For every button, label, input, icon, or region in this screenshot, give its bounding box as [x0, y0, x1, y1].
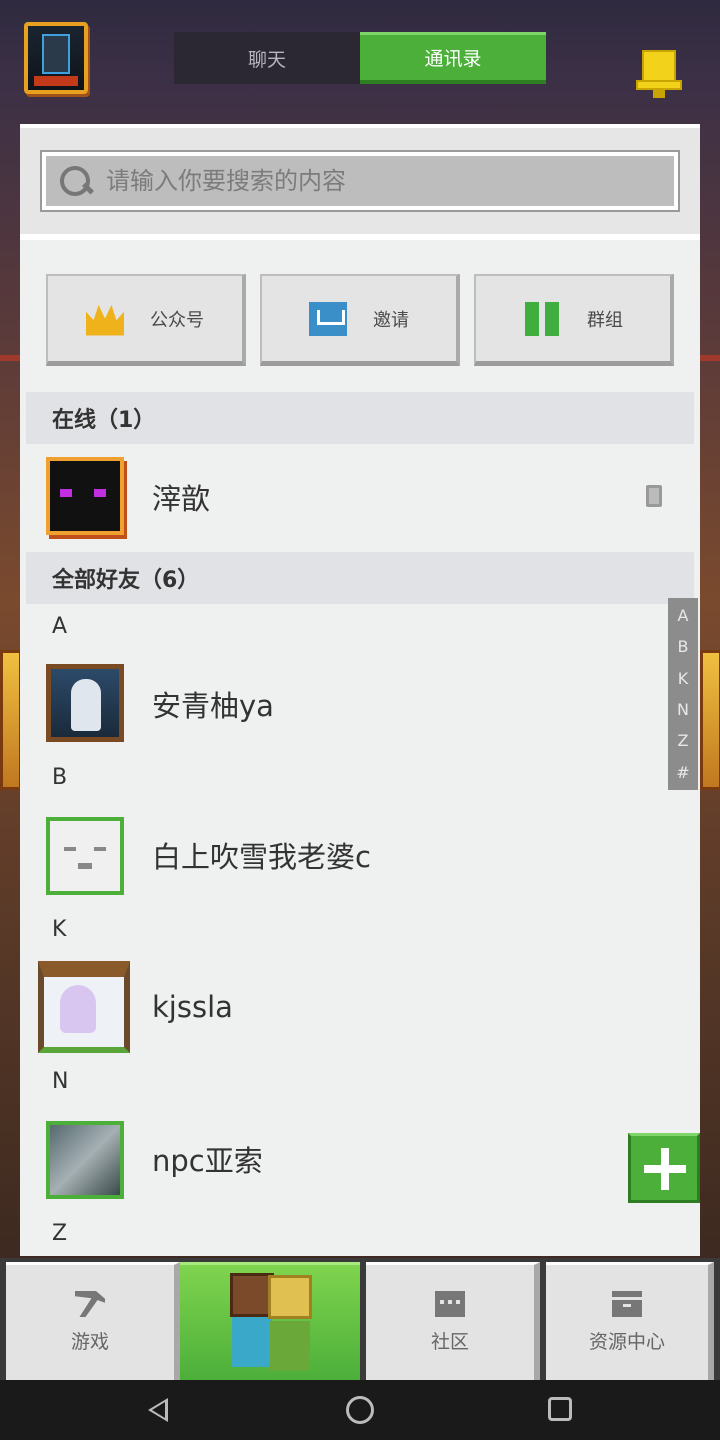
box-icon [612, 1291, 642, 1317]
friend-row[interactable]: 安青柚ya [26, 654, 694, 754]
tab-contacts[interactable]: 通讯录 [360, 32, 546, 84]
nav-resources[interactable]: 资源中心 [546, 1262, 714, 1380]
avatar-tag [34, 76, 78, 86]
avatar-portrait [71, 679, 101, 731]
avatar [46, 664, 124, 742]
nav-game[interactable]: 游戏 [6, 1262, 180, 1380]
friend-row[interactable]: npc亚索 [26, 1109, 694, 1209]
letter-header-z: Z [52, 1221, 68, 1246]
avatar-portrait [60, 985, 96, 1033]
nav-community[interactable]: 社区 [366, 1262, 540, 1380]
action-buttons: 公众号 邀请 群组 [46, 274, 674, 366]
all-friends-section-header: 全部好友（6） [26, 552, 694, 604]
nav-community-label: 社区 [430, 1331, 469, 1353]
official-accounts-label: 公众号 [150, 309, 204, 331]
tab-switcher: 聊天 通讯录 [174, 32, 546, 84]
tab-chat[interactable]: 聊天 [174, 32, 360, 84]
add-friend-button[interactable] [628, 1133, 700, 1203]
alphabet-index-bar[interactable]: A B K N Z # [668, 598, 698, 790]
invite-button[interactable]: 邀请 [260, 274, 460, 366]
letter-header-k: K [52, 917, 67, 942]
group-icon [523, 301, 561, 336]
search-inner [46, 156, 674, 206]
phone-icon [646, 485, 662, 507]
system-navigation-bar [0, 1380, 720, 1440]
character-body [270, 1321, 310, 1371]
nav-game-label: 游戏 [70, 1331, 109, 1353]
avatar [38, 961, 130, 1053]
invite-label: 邀请 [373, 309, 409, 331]
friend-row[interactable]: kjssla [26, 957, 694, 1057]
pickaxe-icon [75, 1291, 105, 1317]
index-letter[interactable]: Z [678, 731, 689, 750]
character-body [232, 1317, 272, 1367]
friend-name: 安青柚ya [152, 689, 274, 723]
nav-resources-label: 资源中心 [588, 1331, 665, 1353]
friend-name: kjssla [152, 990, 233, 1024]
index-letter[interactable]: K [678, 669, 689, 688]
avatar [46, 457, 124, 535]
letter-header-a: A [52, 614, 68, 639]
mail-icon [309, 301, 347, 336]
official-accounts-button[interactable]: 公众号 [46, 274, 246, 366]
bell-clapper [653, 90, 665, 98]
index-letter[interactable]: A [678, 606, 689, 625]
avatar [46, 817, 124, 895]
bell-body [642, 50, 676, 84]
online-section-header: 在线（1） [26, 392, 694, 444]
search-area [20, 124, 700, 240]
avatar-figure [42, 34, 70, 74]
bell-icon[interactable] [636, 50, 682, 98]
friend-row[interactable]: 白上吹雪我老婆c [26, 805, 694, 905]
index-letter[interactable]: N [677, 700, 689, 719]
online-friend-row[interactable]: 滓歆 [26, 447, 694, 547]
search-icon [58, 164, 92, 198]
groups-button[interactable]: 群组 [474, 274, 674, 366]
back-icon[interactable] [148, 1398, 168, 1422]
index-letter[interactable]: # [676, 763, 689, 782]
search-input[interactable] [106, 167, 626, 195]
groups-label: 群组 [587, 309, 623, 331]
crown-icon [86, 304, 124, 336]
top-bar: 聊天 通讯录 [0, 0, 720, 120]
avatar [46, 1121, 124, 1199]
contacts-panel: 公众号 邀请 群组 在线（1） 滓歆 全部好友（6） A 安青柚ya B 白上吹… [20, 124, 700, 1256]
friend-name: 白上吹雪我老婆c [152, 840, 371, 874]
search-box[interactable] [40, 150, 680, 212]
letter-header-b: B [52, 765, 68, 790]
background-lamp [700, 650, 720, 790]
background-lamp [0, 650, 22, 790]
bottom-navigation: 游戏 社区 资源中心 [0, 1258, 720, 1380]
bell-rim [636, 80, 682, 90]
recent-apps-icon[interactable] [548, 1397, 572, 1421]
nav-home-button[interactable] [180, 1262, 360, 1380]
character-head [268, 1275, 312, 1319]
home-icon[interactable] [346, 1396, 374, 1424]
letter-header-n: N [52, 1069, 69, 1094]
friend-name: npc亚索 [152, 1144, 263, 1178]
chat-icon [435, 1291, 465, 1317]
friend-name: 滓歆 [152, 482, 211, 516]
index-letter[interactable]: B [678, 637, 689, 656]
user-avatar[interactable] [24, 22, 88, 94]
